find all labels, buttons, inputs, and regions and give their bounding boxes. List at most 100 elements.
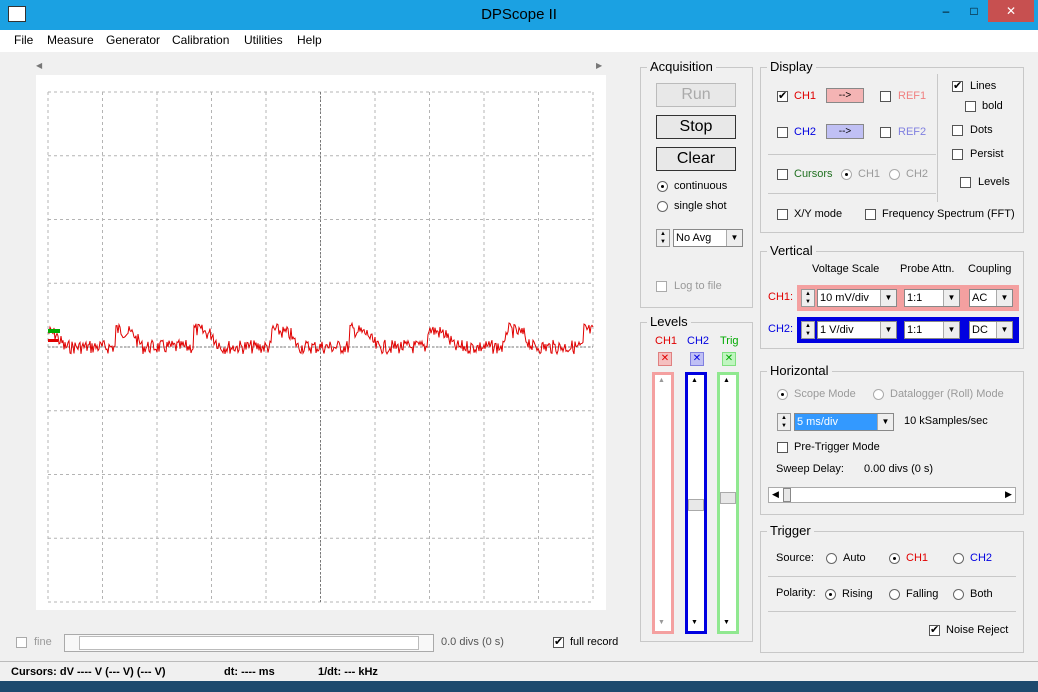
datalogger-mode-radio[interactable] bbox=[873, 389, 884, 400]
scroll-up-icon[interactable]: ▲ bbox=[658, 377, 665, 384]
continuous-label: continuous bbox=[674, 180, 728, 192]
scroll-left-icon[interactable]: ◀ bbox=[772, 489, 779, 500]
ch1-probe-select[interactable]: 1:1 ▼ bbox=[904, 289, 960, 307]
scope-screen[interactable] bbox=[36, 75, 606, 610]
scroll-right-icon[interactable]: ▶ bbox=[1005, 489, 1012, 500]
minimize-button[interactable]: – bbox=[932, 0, 960, 22]
cursor-ch1-label: CH1 bbox=[858, 168, 881, 180]
ch1-coupling-select[interactable]: AC ▼ bbox=[969, 289, 1013, 307]
trigger-ch2-radio[interactable] bbox=[953, 553, 964, 564]
menu-calibration[interactable]: Calibration bbox=[172, 33, 229, 47]
cursor-ch1-radio[interactable] bbox=[841, 169, 852, 180]
close-button[interactable]: ✕ bbox=[988, 0, 1034, 22]
log-to-file-checkbox[interactable] bbox=[656, 281, 667, 292]
position-scrollbar[interactable] bbox=[64, 634, 434, 652]
levels-checkbox[interactable] bbox=[960, 177, 971, 188]
cursors-checkbox[interactable] bbox=[777, 169, 788, 180]
rising-radio[interactable] bbox=[825, 589, 836, 600]
chevron-down-icon[interactable]: ▼ bbox=[943, 290, 959, 306]
avg-select[interactable]: No Avg ▼ bbox=[673, 229, 743, 247]
ch2-level-slider[interactable]: ▲ ▼ bbox=[685, 372, 707, 634]
ch1-offset-marker[interactable] bbox=[48, 339, 58, 342]
falling-radio[interactable] bbox=[889, 589, 900, 600]
vertical-ch1-label: CH1: bbox=[768, 291, 794, 303]
pretrigger-checkbox[interactable] bbox=[777, 442, 788, 453]
timebase-select[interactable]: 5 ms/div ▼ bbox=[794, 413, 894, 431]
scroll-left-icon[interactable]: ◀ bbox=[36, 61, 42, 70]
chevron-down-icon[interactable]: ▼ bbox=[726, 230, 742, 246]
scroll-right-icon[interactable]: ▶ bbox=[596, 61, 602, 70]
ch2-probe-select[interactable]: 1:1 ▼ bbox=[904, 321, 960, 339]
continuous-radio[interactable] bbox=[657, 181, 668, 192]
sweep-delay-slider[interactable]: ◀ ▶ bbox=[768, 487, 1016, 503]
menu-utilities[interactable]: Utilities bbox=[244, 33, 283, 47]
noise-reject-checkbox[interactable] bbox=[929, 623, 940, 636]
ch1-level-reset-icon[interactable]: ✕ bbox=[658, 352, 672, 366]
trig-level-thumb[interactable] bbox=[720, 492, 736, 504]
ch2-level-thumb[interactable] bbox=[688, 499, 704, 511]
trigger-marker[interactable] bbox=[48, 329, 60, 333]
scroll-down-icon[interactable]: ▼ bbox=[723, 619, 730, 626]
stop-button[interactable]: Stop bbox=[656, 115, 736, 139]
ref1-checkbox[interactable] bbox=[880, 91, 891, 102]
ch1-level-slider[interactable]: ▲ ▼ bbox=[652, 372, 674, 634]
ch2-level-reset-icon[interactable]: ✕ bbox=[690, 352, 704, 366]
ch2-color-button[interactable]: --> bbox=[826, 124, 864, 139]
trigger-ch1-radio[interactable] bbox=[889, 553, 900, 564]
chevron-down-icon[interactable]: ▼ bbox=[877, 414, 893, 430]
ch1-color-button[interactable]: --> bbox=[826, 88, 864, 103]
position-value: 0.0 divs (0 s) bbox=[441, 636, 504, 648]
scope-mode-radio[interactable] bbox=[777, 389, 788, 400]
ch1-display-checkbox[interactable] bbox=[777, 89, 788, 102]
menu-measure[interactable]: Measure bbox=[47, 33, 94, 47]
single-shot-radio[interactable] bbox=[657, 201, 668, 212]
scroll-down-icon[interactable]: ▼ bbox=[658, 619, 665, 626]
timebase-spinner[interactable]: ▲ ▼ bbox=[777, 413, 791, 431]
chevron-down-icon[interactable]: ▼ bbox=[996, 322, 1012, 338]
menu-generator[interactable]: Generator bbox=[106, 33, 160, 47]
chevron-down-icon[interactable]: ▼ bbox=[943, 322, 959, 338]
scope-grid bbox=[47, 91, 594, 603]
rising-label: Rising bbox=[842, 588, 873, 600]
ch1-scale-select[interactable]: 10 mV/div ▼ bbox=[817, 289, 897, 307]
full-record-checkbox[interactable] bbox=[553, 635, 564, 648]
persist-checkbox[interactable] bbox=[952, 149, 963, 160]
position-scroll-thumb[interactable] bbox=[79, 636, 419, 650]
ch2-coupling-select[interactable]: DC ▼ bbox=[969, 321, 1013, 339]
samplerate-label: 10 kSamples/sec bbox=[904, 415, 988, 427]
run-button[interactable]: Run bbox=[656, 83, 736, 107]
scroll-up-icon[interactable]: ▲ bbox=[691, 377, 698, 384]
trig-level-reset-icon[interactable]: ✕ bbox=[722, 352, 736, 366]
trig-level-slider[interactable]: ▲ ▼ bbox=[717, 372, 739, 634]
trigger-auto-radio[interactable] bbox=[826, 553, 837, 564]
taskbar bbox=[0, 681, 1038, 692]
lines-checkbox[interactable] bbox=[952, 79, 963, 92]
persist-label: Persist bbox=[970, 148, 1004, 160]
bold-checkbox[interactable] bbox=[965, 101, 976, 112]
menu-help[interactable]: Help bbox=[297, 33, 322, 47]
chevron-down-icon[interactable]: ▼ bbox=[996, 290, 1012, 306]
scroll-up-icon[interactable]: ▲ bbox=[723, 377, 730, 384]
top-scrollbar[interactable]: ◀ ▶ bbox=[30, 61, 608, 74]
chevron-down-icon[interactable]: ▼ bbox=[880, 290, 896, 306]
dots-checkbox[interactable] bbox=[952, 125, 963, 136]
ch1-scale-spinner[interactable]: ▲ ▼ bbox=[801, 289, 815, 307]
maximize-button[interactable]: □ bbox=[960, 0, 988, 22]
chevron-down-icon[interactable]: ▼ bbox=[880, 322, 896, 338]
xy-mode-checkbox[interactable] bbox=[777, 209, 788, 220]
ch2-display-checkbox[interactable] bbox=[777, 127, 788, 138]
ref2-checkbox[interactable] bbox=[880, 127, 891, 138]
clear-button[interactable]: Clear bbox=[656, 147, 736, 171]
scroll-down-icon[interactable]: ▼ bbox=[691, 619, 698, 626]
display-divider bbox=[937, 74, 938, 202]
avg-spinner[interactable]: ▲ ▼ bbox=[656, 229, 670, 247]
menu-file[interactable]: File bbox=[14, 33, 33, 47]
ch2-scale-spinner[interactable]: ▲ ▼ bbox=[801, 321, 815, 339]
fine-checkbox[interactable] bbox=[16, 637, 27, 648]
fft-checkbox[interactable] bbox=[865, 209, 876, 220]
window-title: DPScope II bbox=[481, 6, 557, 23]
ch2-scale-select[interactable]: 1 V/div ▼ bbox=[817, 321, 897, 339]
cursor-ch2-radio[interactable] bbox=[889, 169, 900, 180]
both-radio[interactable] bbox=[953, 589, 964, 600]
sweep-delay-thumb[interactable] bbox=[783, 488, 791, 502]
